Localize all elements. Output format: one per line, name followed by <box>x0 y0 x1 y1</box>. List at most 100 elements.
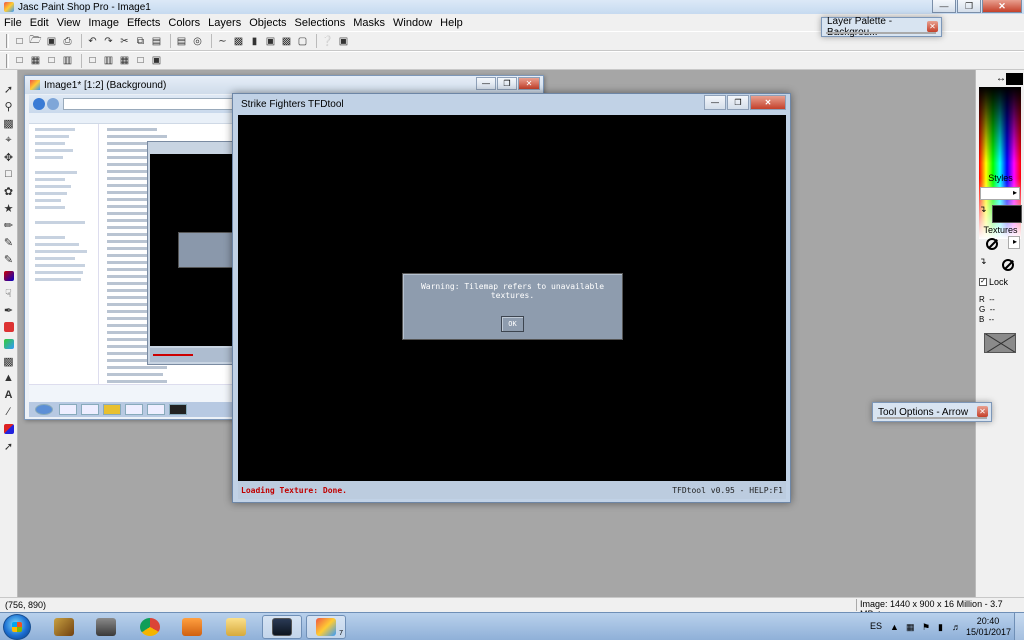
open-folder-icon[interactable]: 🗁 <box>29 35 42 48</box>
lock-toggle[interactable]: ✓ Lock <box>979 277 1008 287</box>
maximize-button[interactable]: ❐ <box>957 0 981 13</box>
zoom-tool-icon[interactable]: ⚲ <box>2 99 16 113</box>
new-layer-icon[interactable]: □ <box>13 54 26 67</box>
redo-icon[interactable]: ↷ <box>102 35 115 48</box>
taskbar-paint-shop-pro-app[interactable]: 7 <box>306 615 346 639</box>
cut-icon[interactable]: ✂ <box>118 35 131 48</box>
foreground-color-swatch[interactable] <box>1006 73 1023 85</box>
eraser-tool-icon[interactable] <box>2 320 16 334</box>
retouch-tool-icon[interactable]: ☟ <box>2 286 16 300</box>
help-pointer-icon[interactable]: ❔ <box>321 35 334 48</box>
styles-dropdown[interactable]: ▸ <box>980 187 1020 200</box>
full-screen-icon[interactable]: ◎ <box>191 35 204 48</box>
show-desktop-button[interactable] <box>1014 613 1024 640</box>
document-titlebar[interactable]: Image1* [1:2] (Background) — ❐ ✕ <box>25 76 543 94</box>
menu-file[interactable]: File <box>4 17 28 29</box>
flood-fill-tool-icon[interactable]: ▲ <box>2 371 16 385</box>
swap-textures-icon[interactable]: ↴ <box>979 256 987 267</box>
start-button[interactable] <box>3 614 31 640</box>
menu-colors[interactable]: Colors <box>168 17 206 29</box>
mask-delete-icon[interactable]: □ <box>134 54 147 67</box>
taskbar-explorer-app[interactable] <box>216 615 256 639</box>
paint-brush-tool-icon[interactable]: ✎ <box>2 235 16 249</box>
tfdtool-maximize-button[interactable]: ❐ <box>727 95 749 110</box>
taskbar-chrome-app[interactable] <box>130 615 170 639</box>
menu-objects[interactable]: Objects <box>249 17 292 29</box>
mask-load-icon[interactable]: ▣ <box>150 54 163 67</box>
volume-icon[interactable]: ♬ <box>952 622 962 632</box>
toolbar-grip[interactable] <box>6 53 9 68</box>
mask-icon[interactable]: □ <box>86 54 99 67</box>
toolbar-grip[interactable] <box>6 34 9 48</box>
preset-shapes-tool-icon[interactable] <box>2 422 16 436</box>
lock-checkbox[interactable]: ✓ <box>979 278 987 286</box>
swap-styles-icon[interactable]: ↴ <box>979 204 987 215</box>
crop-tool-icon[interactable]: ⌖ <box>2 133 16 147</box>
menu-effects[interactable]: Effects <box>127 17 166 29</box>
tfdtool-minimize-button[interactable]: — <box>704 95 726 110</box>
menu-selections[interactable]: Selections <box>295 17 352 29</box>
textures-dropdown[interactable]: ▸ <box>1008 236 1020 249</box>
overview-icon[interactable]: ▢ <box>296 35 309 48</box>
language-indicator[interactable]: ES <box>870 621 882 631</box>
tfdtool-render-area[interactable]: Warning: Tilemap refers to unavailable t… <box>238 115 786 481</box>
close-button[interactable]: ✕ <box>982 0 1022 13</box>
delete-layer-icon[interactable]: ▦ <box>29 54 42 67</box>
taskbar-tfdtool-app[interactable] <box>262 615 302 639</box>
menu-masks[interactable]: Masks <box>353 17 391 29</box>
layer-palette[interactable]: Layer Palette - Backgrou... ✕ <box>821 16 942 38</box>
taskbar-strike-fighters-app[interactable] <box>44 615 84 639</box>
selection-tool-icon[interactable]: □ <box>2 167 16 181</box>
paste-icon[interactable]: ▤ <box>150 35 163 48</box>
undo-icon[interactable]: ↶ <box>86 35 99 48</box>
network-icon[interactable]: ▦ <box>906 622 916 632</box>
duplicate-layer-icon[interactable]: □ <box>45 54 58 67</box>
scratch-remover-tool-icon[interactable]: ✒ <box>2 303 16 317</box>
deform-tool-icon[interactable]: ▩ <box>2 116 16 130</box>
airbrush-tool-icon[interactable]: ▩ <box>2 354 16 368</box>
menu-image[interactable]: Image <box>88 17 125 29</box>
menu-window[interactable]: Window <box>393 17 438 29</box>
histogram-icon[interactable]: ▮ <box>248 35 261 48</box>
camera-icon[interactable]: ▣ <box>337 35 350 48</box>
print-icon[interactable]: ⎙ <box>61 35 74 48</box>
scan-icon[interactable]: ∼ <box>216 35 229 48</box>
magic-wand-tool-icon[interactable]: ★ <box>2 201 16 215</box>
color-channels-icon[interactable]: ▩ <box>280 35 293 48</box>
clock[interactable]: 20:40 15/01/2017 <box>966 616 1011 638</box>
mask-edit-icon[interactable]: ▥ <box>102 54 115 67</box>
menu-help[interactable]: Help <box>440 17 469 29</box>
text-tool-icon[interactable]: A <box>2 388 16 402</box>
color-replacer-tool-icon[interactable] <box>2 269 16 283</box>
taskbar-media-player-app[interactable] <box>172 615 212 639</box>
copy-icon[interactable]: ⧉ <box>134 35 147 48</box>
no-texture-background-icon[interactable] <box>1002 259 1014 271</box>
menu-layers[interactable]: Layers <box>208 17 247 29</box>
mask-invert-icon[interactable]: ▦ <box>118 54 131 67</box>
minimize-button[interactable]: — <box>932 0 956 13</box>
action-center-icon[interactable]: ⚑ <box>922 622 932 632</box>
save-icon[interactable]: ▣ <box>45 35 58 48</box>
power-icon[interactable]: ▮ <box>938 622 948 632</box>
layer-icon[interactable]: ▣ <box>264 35 277 48</box>
brightness-icon[interactable]: ▩ <box>232 35 245 48</box>
new-file-icon[interactable]: □ <box>13 35 26 48</box>
document-minimize-button[interactable]: — <box>476 77 496 90</box>
tool-options-palette[interactable]: Tool Options - Arrow ✕ <box>872 402 992 422</box>
document-close-button[interactable]: ✕ <box>518 77 540 90</box>
ok-button[interactable]: OK <box>501 316 524 332</box>
menu-view[interactable]: View <box>57 17 87 29</box>
object-selector-tool-icon[interactable]: ➚ <box>2 439 16 453</box>
document-maximize-button[interactable]: ❐ <box>497 77 517 90</box>
close-icon[interactable]: ✕ <box>977 406 988 417</box>
lasso-tool-icon[interactable]: ✿ <box>2 184 16 198</box>
arrow-tool-icon[interactable]: ➚ <box>2 82 16 96</box>
picture-tube-tool-icon[interactable] <box>2 337 16 351</box>
mover-tool-icon[interactable]: ✥ <box>2 150 16 164</box>
swap-colors-icon[interactable]: ↔ <box>996 73 1006 84</box>
show-hidden-icons-icon[interactable]: ▲ <box>890 622 900 632</box>
tfdtool-close-button[interactable]: ✕ <box>750 95 786 110</box>
tfdtool-window[interactable]: Strike Fighters TFDtool — ❐ ✕ Warning: T… <box>232 93 791 503</box>
no-texture-icon[interactable] <box>986 238 998 250</box>
clone-brush-tool-icon[interactable]: ✎ <box>2 252 16 266</box>
